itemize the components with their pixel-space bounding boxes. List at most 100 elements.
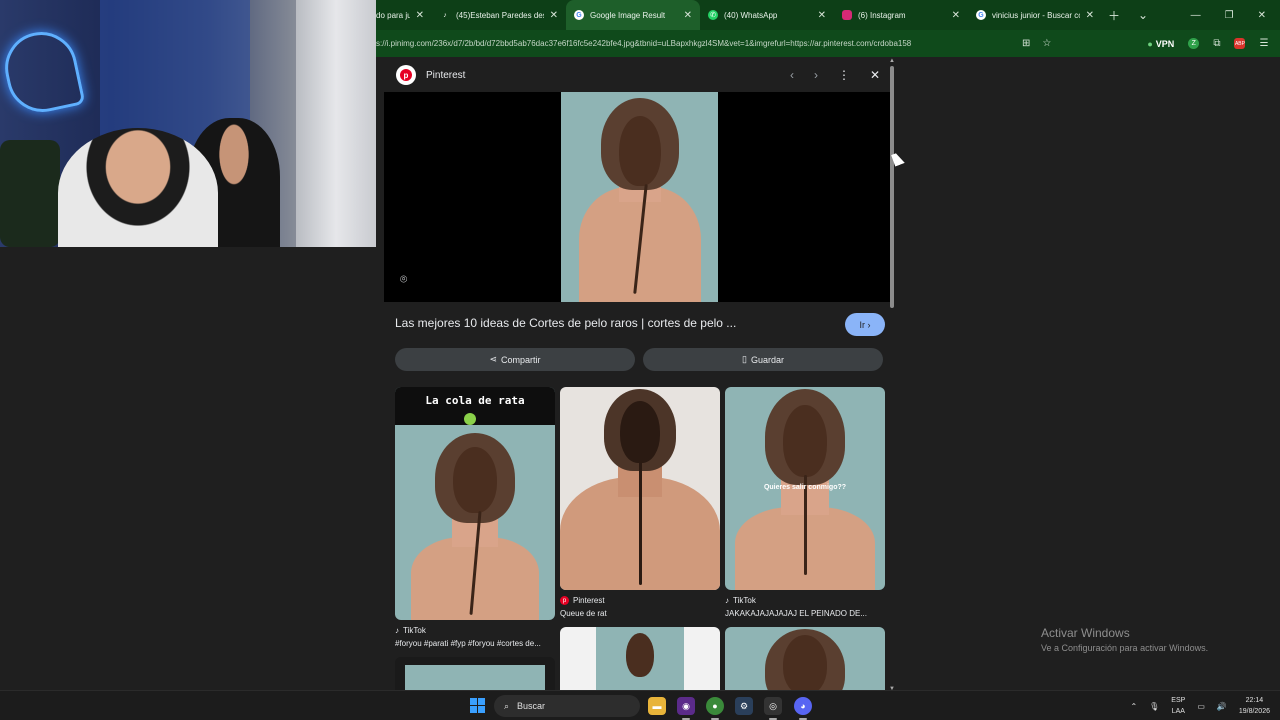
source-name[interactable]: Pinterest [426, 70, 465, 81]
tab-2[interactable]: ♪ (45)Esteban Paredes despe ✕ [432, 0, 566, 30]
related-image-5[interactable] [560, 627, 720, 690]
tab-title: Google Image Result [590, 10, 666, 20]
tab-search-icon[interactable]: ⌄ [1138, 8, 1148, 22]
related-image-3[interactable]: Quieres salir conmigo?? [725, 387, 885, 590]
page-viewport: p Pinterest ‹ › ⋮ ✕ ⌾ Las mejores 10 ide… [376, 57, 1280, 692]
share-button[interactable]: ⋖ Compartir [395, 348, 635, 371]
related-meta-3[interactable]: ♪ TikTok JAKAKAJAJAJAJAJ EL PEINADO DE..… [725, 596, 885, 618]
google-lens-icon[interactable]: ⌾ [400, 272, 407, 287]
save-button[interactable]: ▯ Guardar [643, 348, 883, 371]
rat-haircut [783, 635, 827, 690]
taskbar: ⌕ Buscar ▬ ◉ ● ⚙ ◎ ◕ ⌃ 🎙 ESP LAA ▭ 🔊 22:… [0, 690, 1280, 720]
webcam-overlay [0, 0, 376, 247]
tab-3[interactable]: G Google Image Result ✕ [566, 0, 700, 30]
install-app-icon[interactable]: ⊞ [1022, 38, 1030, 49]
go-button[interactable]: Ir › [845, 313, 885, 336]
restore-icon[interactable]: ❐ [1225, 10, 1234, 21]
volume-icon[interactable]: 🔊 [1217, 702, 1227, 711]
new-tab-icon[interactable]: ＋ [1108, 7, 1120, 24]
url-field[interactable]: s://i.pinimg.com/236x/d7/2b/bd/d72bbd5ab… [376, 39, 1014, 48]
adblock-icon[interactable]: ABP [1234, 38, 1246, 49]
scrollbar-thumb[interactable] [890, 66, 894, 308]
image-preview-panel: p Pinterest ‹ › ⋮ ✕ ⌾ Las mejores 10 ide… [384, 60, 890, 690]
tab-title: (6) Instagram [858, 10, 906, 20]
file-explorer-icon[interactable]: ▬ [648, 697, 666, 715]
activate-windows-watermark: Activar Windows Ve a Configuración para … [1041, 626, 1208, 653]
network-icon[interactable]: ▭ [1197, 702, 1205, 711]
microphone-icon[interactable]: 🎙 [1149, 702, 1159, 711]
chrome-icon[interactable]: ● [706, 697, 724, 720]
tab-1[interactable]: do para jug ✕ [376, 0, 432, 30]
obs-icon[interactable]: ◎ [764, 697, 782, 720]
windows-start-icon[interactable] [470, 698, 485, 713]
rat-haircut [453, 447, 497, 513]
address-bar: s://i.pinimg.com/236x/d7/2b/bd/d72bbd5ab… [376, 30, 1280, 57]
previous-arrow-icon[interactable]: ‹ [790, 68, 794, 82]
related-image-6[interactable] [725, 627, 885, 690]
extension-z-icon[interactable]: Z [1188, 38, 1200, 49]
rat-haircut [783, 405, 827, 477]
tab-5[interactable]: (6) Instagram ✕ [834, 0, 968, 30]
lang-bottom: LAA [1171, 708, 1185, 715]
clock[interactable]: 22:14 19/8/2026 [1239, 695, 1270, 717]
hero-image-frame[interactable]: ⌾ [384, 92, 890, 302]
related-image-1[interactable]: La cola de rata [395, 387, 555, 620]
window-close-icon[interactable]: ✕ [1258, 10, 1266, 21]
image-overlay-text: Quieres salir conmigo?? [763, 484, 847, 491]
tab-title: do para jug [376, 10, 410, 20]
minimize-icon[interactable]: — [1191, 10, 1201, 21]
gaming-chair [0, 140, 60, 247]
neon-sign [0, 25, 86, 119]
extensions-puzzle-icon[interactable]: ⧉ [1213, 38, 1220, 49]
menu-icon[interactable]: ☰ [1259, 38, 1268, 49]
close-icon[interactable]: ✕ [952, 10, 960, 21]
hero-image[interactable] [561, 92, 718, 302]
close-icon[interactable]: ✕ [684, 10, 692, 21]
related-meta-1[interactable]: ♪ TikTok #foryou #parati #fyp #foryou #c… [395, 626, 555, 648]
related-caption: JAKAKAJAJAJAJAJ EL PEINADO DE... [725, 609, 867, 618]
image-title[interactable]: Las mejores 10 ideas de Cortes de pelo r… [395, 316, 835, 330]
tab-title: (45)Esteban Paredes despe [456, 10, 544, 20]
tab-4[interactable]: ✆ (40) WhatsApp ✕ [700, 0, 834, 30]
firefox-icon[interactable]: ◉ [677, 697, 695, 720]
webcam-curtain [296, 0, 376, 247]
more-options-icon[interactable]: ⋮ [838, 68, 850, 82]
language-indicator[interactable]: ESP LAA [1171, 695, 1185, 717]
related-image-2[interactable] [560, 387, 720, 590]
taskbar-search[interactable]: ⌕ Buscar [494, 695, 640, 717]
search-placeholder: Buscar [517, 701, 546, 711]
related-caption: #foryou #parati #fyp #foryou #cortes de.… [395, 639, 541, 648]
close-icon[interactable]: ✕ [416, 10, 424, 21]
rat-tail [639, 461, 642, 585]
image-overlay-text: La cola de rata [425, 394, 525, 407]
rat-haircut [626, 633, 654, 677]
related-image-4[interactable] [395, 657, 555, 690]
related-source: TikTok [733, 596, 756, 605]
preview-header: p Pinterest ‹ › ⋮ ✕ [384, 60, 890, 90]
discord-icon[interactable]: ◕ [794, 697, 812, 720]
watermark-title: Activar Windows [1041, 626, 1130, 640]
scroll-up-icon[interactable]: ▲ [889, 58, 895, 64]
bookmark-star-icon[interactable]: ☆ [1042, 38, 1051, 49]
emoji-icon [464, 413, 476, 425]
close-preview-icon[interactable]: ✕ [870, 68, 880, 82]
next-arrow-icon[interactable]: › [814, 68, 818, 82]
instagram-icon [842, 10, 852, 20]
image-partial [405, 665, 545, 690]
close-icon[interactable]: ✕ [1086, 10, 1094, 21]
tiktok-icon: ♪ [443, 11, 447, 19]
show-hidden-icons[interactable]: ⌃ [1130, 702, 1137, 711]
tab-title: (40) WhatsApp [724, 10, 778, 20]
vpn-button[interactable]: ● VPN [1147, 39, 1174, 49]
steam-icon[interactable]: ⚙ [735, 697, 753, 715]
tab-6[interactable]: G vinicius junior - Buscar con ✕ [968, 0, 1102, 30]
close-icon[interactable]: ✕ [818, 10, 826, 21]
related-meta-2[interactable]: p Pinterest Queue de rat [560, 596, 720, 618]
close-icon[interactable]: ✕ [550, 10, 558, 21]
related-source: Pinterest [573, 596, 605, 605]
share-label: Compartir [501, 354, 541, 365]
related-source: TikTok [403, 626, 426, 635]
rat-haircut [620, 401, 660, 463]
google-icon: G [574, 10, 584, 20]
pinterest-logo-icon: p [396, 65, 416, 85]
